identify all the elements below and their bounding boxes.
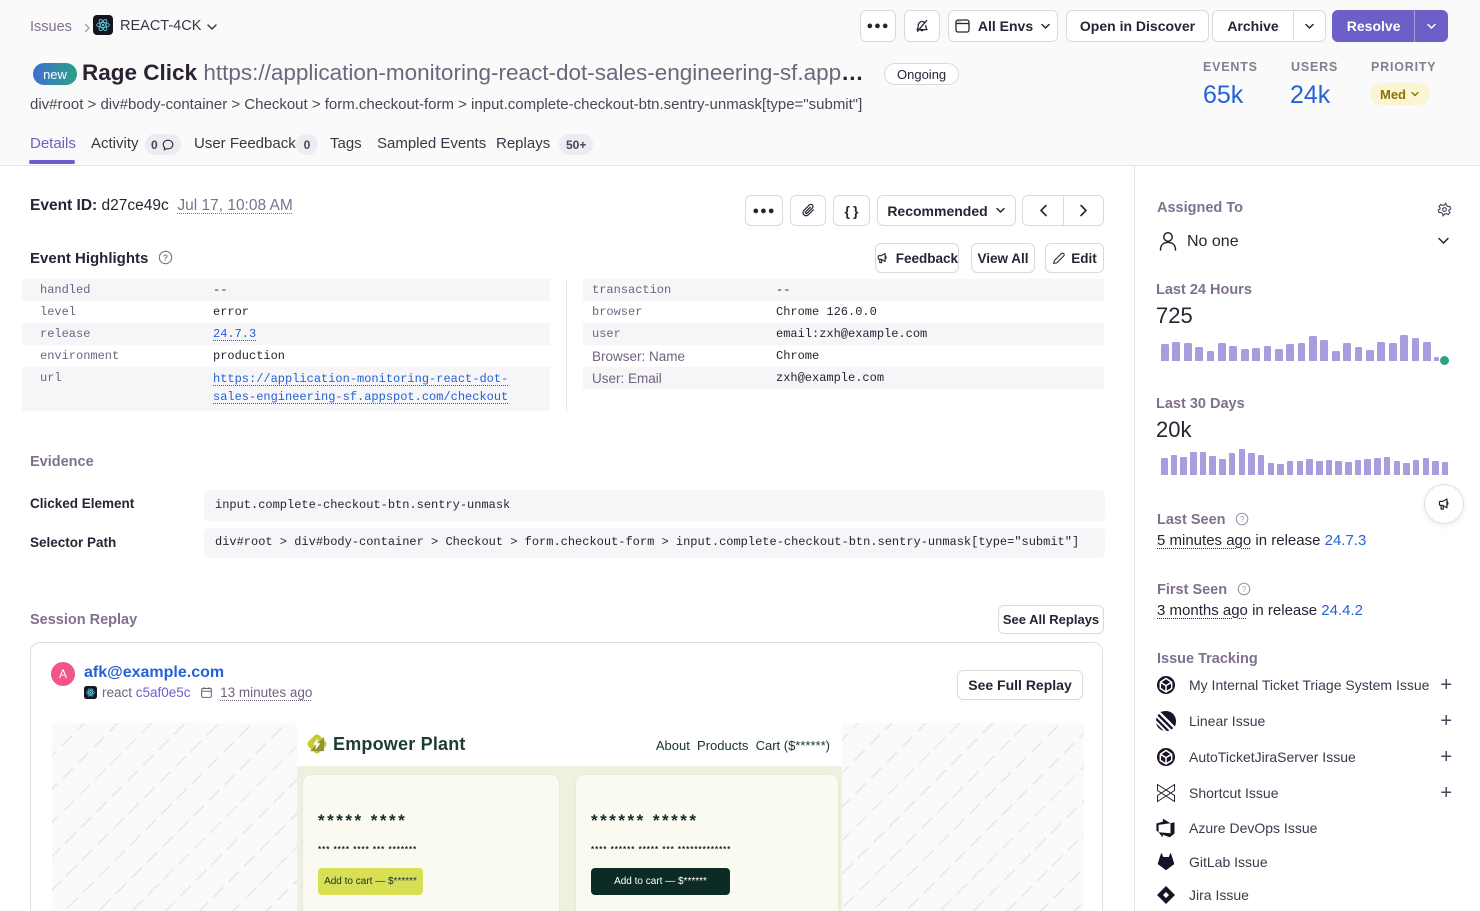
svg-text:?: ? <box>1241 585 1246 594</box>
svg-text:?: ? <box>1240 515 1245 524</box>
svg-text:?: ? <box>162 253 167 263</box>
